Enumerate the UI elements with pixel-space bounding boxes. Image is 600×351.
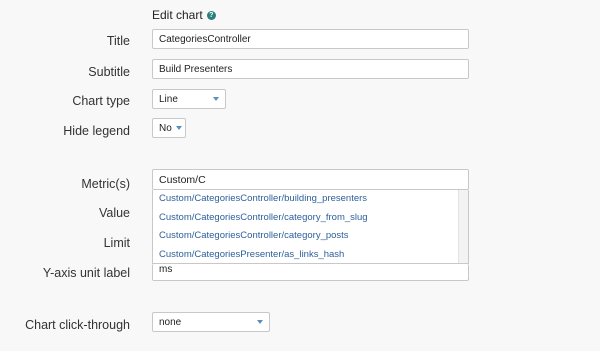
subtitle-input[interactable]: Build Presenters (152, 59, 469, 79)
metrics-input[interactable]: Custom/C (152, 169, 469, 190)
help-icon[interactable]: ? (206, 10, 216, 20)
title-input[interactable]: CategoriesController (152, 29, 469, 49)
subtitle-label: Subtitle (88, 65, 130, 79)
metrics-input-value: Custom/C (159, 173, 206, 186)
autocomplete-item[interactable]: Custom/CategoriesController/building_pre… (153, 190, 458, 209)
click-through-label: Chart click-through (25, 318, 130, 332)
click-through-select[interactable]: none (152, 312, 270, 332)
chevron-down-icon (257, 320, 263, 324)
y-axis-unit-value: ms (159, 264, 173, 275)
chart-type-value: Line (159, 93, 178, 105)
chart-type-select[interactable]: Line (152, 89, 226, 109)
hide-legend-select[interactable]: No (152, 118, 186, 138)
subtitle-input-value: Build Presenters (159, 63, 233, 75)
click-through-value: none (159, 316, 182, 328)
chevron-down-icon (213, 97, 219, 101)
autocomplete-scrollbar[interactable] (458, 190, 468, 263)
value-label: Value (98, 206, 130, 220)
form-heading: Edit chart ? (152, 8, 216, 22)
title-label: Title (106, 34, 130, 48)
chevron-down-icon (175, 126, 182, 130)
limit-label: Limit (103, 236, 130, 250)
metrics-autocomplete: Custom/CategoriesController/building_pre… (152, 190, 469, 264)
autocomplete-item[interactable]: Custom/CategoriesPresenter/as_links_hash (153, 246, 458, 265)
autocomplete-list: Custom/CategoriesController/building_pre… (153, 190, 458, 263)
chart-type-label: Chart type (72, 94, 130, 108)
metrics-label: Metric(s) (81, 177, 130, 191)
title-input-value: CategoriesController (159, 33, 251, 45)
autocomplete-item[interactable]: Custom/CategoriesController/category_fro… (153, 209, 458, 228)
hide-legend-label: Hide legend (63, 124, 130, 138)
y-axis-unit-input[interactable]: ms (152, 264, 469, 281)
autocomplete-item[interactable]: Custom/CategoriesController/category_pos… (153, 227, 458, 246)
y-axis-unit-label: Y-axis unit label (42, 266, 130, 280)
hide-legend-value: No (159, 122, 172, 134)
page-title: Edit chart (152, 8, 203, 22)
